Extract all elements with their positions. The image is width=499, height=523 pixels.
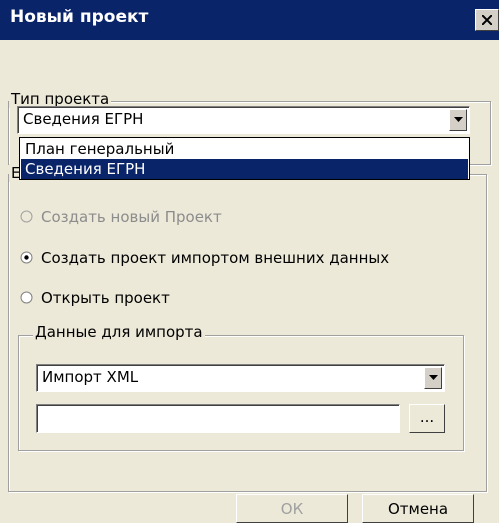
title-bar[interactable]: Новый проект xyxy=(0,0,499,40)
import-data-group xyxy=(18,335,464,451)
project-type-value: Сведения ЕГРН xyxy=(23,110,144,128)
radio-unchecked-icon xyxy=(20,291,33,304)
import-data-legend: Данные для импорта xyxy=(33,323,205,341)
project-type-combo[interactable]: Сведения ЕГРН xyxy=(17,106,470,134)
close-icon xyxy=(482,15,492,25)
import-format-value: Импорт XML xyxy=(42,368,139,386)
import-path-input[interactable] xyxy=(36,404,400,433)
radio-open-project-label: Открыть проект xyxy=(41,289,170,307)
import-format-combo[interactable]: Импорт XML xyxy=(36,364,445,392)
radio-new-project-label: Создать новый Проект xyxy=(41,208,222,226)
new-project-dialog: Новый проект Тип проекта Сведения ЕГРН Е… xyxy=(0,0,499,523)
project-type-dropdown-button[interactable] xyxy=(449,109,467,131)
cancel-button[interactable]: Отмена xyxy=(362,494,474,523)
close-button[interactable] xyxy=(475,9,499,31)
import-format-dropdown-button[interactable] xyxy=(424,367,442,389)
chevron-down-icon xyxy=(454,117,463,122)
radio-unchecked-icon xyxy=(20,210,33,223)
window-title: Новый проект xyxy=(10,7,149,27)
radio-import-project-label: Создать проект импортом внешних данных xyxy=(41,249,390,267)
project-type-dropdown-list: План генеральный Сведения ЕГРН xyxy=(19,137,470,180)
radio-checked-icon xyxy=(20,251,33,264)
dropdown-option-egrn[interactable]: Сведения ЕГРН xyxy=(21,159,468,179)
browse-button[interactable]: ... xyxy=(409,404,445,433)
ok-button[interactable]: ОК xyxy=(236,494,348,523)
dropdown-option-plan[interactable]: План генеральный xyxy=(21,139,468,159)
chevron-down-icon xyxy=(429,375,438,380)
